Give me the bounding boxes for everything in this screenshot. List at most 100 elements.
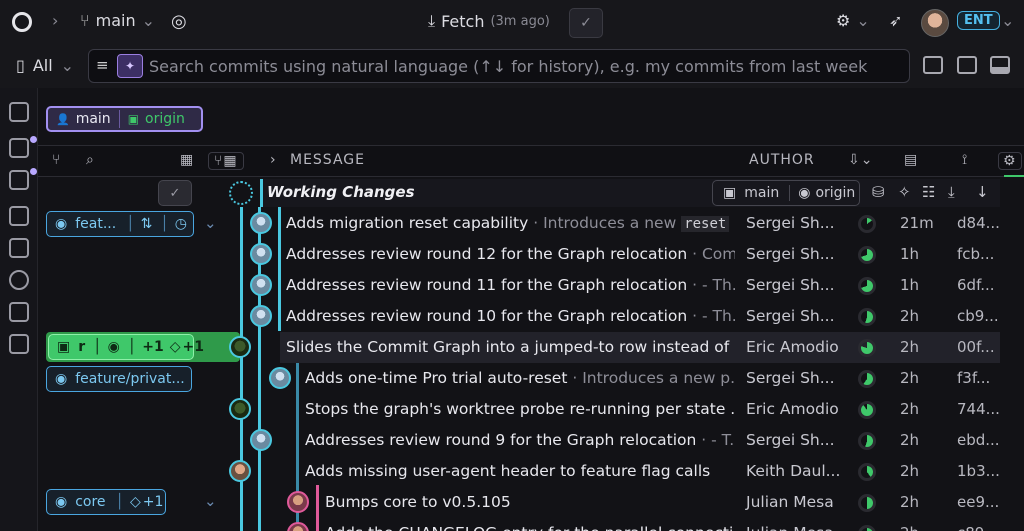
commit-node-avatar[interactable] bbox=[229, 336, 251, 358]
chevron-down-icon[interactable]: ⌄ bbox=[204, 492, 217, 510]
filter-icon[interactable]: ≡ bbox=[96, 56, 109, 74]
message-column-header[interactable]: MESSAGE bbox=[290, 152, 365, 168]
rocket-icon[interactable]: ➶ bbox=[889, 11, 902, 30]
github-icon: ◉ bbox=[55, 371, 68, 387]
github-icon[interactable] bbox=[12, 12, 32, 32]
sort-icon[interactable]: ⇩⌄ bbox=[848, 152, 873, 168]
working-branch-chip[interactable]: ▣ main ◉ origin bbox=[712, 180, 860, 206]
commit-row[interactable]: Slides the Commit Graph into a jumped-to… bbox=[280, 332, 1000, 363]
commit-node-avatar[interactable] bbox=[250, 274, 272, 296]
home-icon[interactable] bbox=[9, 102, 29, 122]
chevron-right-icon[interactable]: › bbox=[270, 152, 277, 168]
minimap-toggle[interactable]: ⑂▦ bbox=[208, 152, 244, 170]
commit-sha[interactable]: 1b3... bbox=[957, 462, 1000, 480]
commit-sha[interactable]: d84... bbox=[957, 214, 1000, 232]
graph-icon[interactable] bbox=[9, 170, 29, 190]
ref-chip-core[interactable]: ◉ core │ ◇ +1 bbox=[46, 489, 166, 515]
layout-bottom-panel-icon[interactable] bbox=[990, 56, 1010, 74]
commit-row[interactable]: Addresses review round 10 for the Graph … bbox=[280, 301, 1000, 332]
ref-chip-feature[interactable]: ◉ feat... │ ⇅ │ ◷ bbox=[46, 211, 194, 237]
search-icon[interactable]: ⌕ bbox=[86, 152, 95, 168]
commit-row[interactable]: Bumps core to v0.5.105 Julian Mesa 2h ee9..… bbox=[319, 487, 1000, 518]
working-remote-branch: origin bbox=[815, 185, 856, 201]
target-icon[interactable]: ◎ bbox=[171, 11, 187, 32]
stash-icon[interactable]: ⛁ bbox=[872, 183, 885, 201]
commit-time: 1h bbox=[900, 245, 920, 263]
commit-author: Sergei Sh... bbox=[746, 276, 835, 294]
calendar-icon[interactable]: ▤ bbox=[904, 152, 918, 168]
graph-column-icon[interactable]: ⑂ bbox=[52, 152, 61, 168]
device-icon: ▯ bbox=[16, 56, 25, 75]
commit-node-avatar[interactable] bbox=[229, 460, 251, 482]
avatar[interactable] bbox=[921, 9, 949, 37]
author-column-header[interactable]: AUTHOR bbox=[749, 152, 815, 168]
commit-sha[interactable]: fcb... bbox=[957, 245, 994, 263]
launchpad-menu[interactable]: ⚙ ⌄ bbox=[836, 11, 870, 30]
commit-time: 21m bbox=[900, 214, 934, 232]
commit-row[interactable]: Adds one-time Pro trial auto-reset · Int… bbox=[299, 363, 1000, 394]
notification-dot bbox=[30, 168, 37, 175]
working-changes-label: Working Changes bbox=[267, 183, 415, 201]
commit-row[interactable]: Adds the CHANGELOG entry for the paralle… bbox=[319, 518, 1000, 531]
inspect-icon[interactable] bbox=[9, 206, 29, 226]
fetch-button[interactable]: ⤓ Fetch (3m ago) bbox=[428, 11, 550, 31]
commit-author: Sergei Sh... bbox=[746, 245, 835, 263]
commit-sha[interactable]: cb9... bbox=[957, 307, 999, 325]
ai-sparkle-icon[interactable]: ✦ bbox=[117, 54, 143, 78]
commit-sha[interactable]: 6df... bbox=[957, 276, 995, 294]
commit-row[interactable]: Addresses review round 9 for the Graph r… bbox=[299, 425, 1000, 456]
inbox-icon[interactable] bbox=[9, 302, 29, 322]
layout-columns-icon[interactable] bbox=[923, 56, 943, 74]
settings-gear-icon[interactable]: ⚙ bbox=[998, 152, 1022, 170]
working-changes-row[interactable]: Working Changes ▣ main ◉ origin ⛁ ✧ ☷ ⤓ … bbox=[260, 179, 1000, 207]
commit-author: Julian Mesa bbox=[746, 524, 834, 531]
commit-node-avatar[interactable] bbox=[250, 212, 272, 234]
commit-node-avatar[interactable] bbox=[287, 522, 309, 531]
commit-node-avatar[interactable] bbox=[250, 243, 272, 265]
commit-row[interactable]: Stops the graph's worktree probe re-runn… bbox=[299, 394, 1000, 425]
ref-chip-feature-private[interactable]: ◉ feature/privat... bbox=[46, 366, 192, 392]
notification-dot bbox=[30, 136, 37, 143]
changes-ring-icon bbox=[858, 308, 876, 326]
commit-node-avatar[interactable] bbox=[229, 398, 251, 420]
chevron-down-icon: ⌄ bbox=[141, 11, 155, 30]
changes-ring-icon bbox=[858, 525, 876, 531]
commit-row[interactable]: Addresses review round 12 for the Graph … bbox=[280, 239, 1000, 270]
commit-node-avatar[interactable] bbox=[250, 429, 272, 451]
agents-icon[interactable] bbox=[9, 138, 29, 158]
commit-node-avatar[interactable] bbox=[287, 491, 309, 513]
commit-sha[interactable]: 744... bbox=[957, 400, 1000, 418]
commit-sha[interactable]: ebd... bbox=[957, 431, 1000, 449]
checklist-icon[interactable]: ☷ bbox=[922, 183, 935, 201]
account-chevron-icon[interactable]: ⌄ bbox=[1001, 11, 1014, 30]
source-control-icon[interactable] bbox=[9, 238, 29, 258]
commit-message: Stops the graph's worktree probe re-runn… bbox=[305, 400, 735, 418]
download-icon[interactable]: ↓ bbox=[976, 183, 989, 201]
commit-message: Adds the CHANGELOG entry for the paralle… bbox=[325, 524, 735, 531]
tag-icon[interactable] bbox=[9, 334, 29, 354]
commit-sha[interactable]: c89... bbox=[957, 524, 999, 531]
commit-check-button[interactable]: ✓ bbox=[158, 180, 192, 206]
chevron-down-icon[interactable]: ⌄ bbox=[204, 214, 217, 232]
layout-top-panel-icon[interactable] bbox=[957, 56, 977, 74]
confirm-fetch-button[interactable]: ✓ bbox=[569, 8, 603, 38]
cloud-icon[interactable] bbox=[9, 270, 29, 290]
search-input[interactable]: ≡ ✦ Search commits using natural languag… bbox=[88, 49, 910, 83]
commit-sha[interactable]: 00f... bbox=[957, 338, 995, 356]
stash-save-icon[interactable]: ⤓ bbox=[948, 183, 955, 201]
commit-row[interactable]: Adds missing user-agent header to featur… bbox=[299, 456, 1000, 487]
scope-selector[interactable]: ▯ All ⌄ bbox=[16, 56, 74, 75]
commit-node-avatar[interactable] bbox=[250, 305, 272, 327]
commit-row[interactable]: Addresses review round 11 for the Graph … bbox=[280, 270, 1000, 301]
current-branch-chip[interactable]: 👤 main ▣ origin bbox=[46, 106, 203, 132]
commit-message: Adds missing user-agent header to featur… bbox=[305, 462, 710, 480]
commit-row[interactable]: Adds migration reset capability · Introd… bbox=[280, 208, 1000, 239]
map-icon[interactable]: ▦ bbox=[180, 152, 194, 168]
commit-sha[interactable]: f3f... bbox=[957, 369, 990, 387]
magic-wand-icon[interactable]: ✧ bbox=[898, 183, 911, 201]
commit-icon[interactable]: ⟟ bbox=[962, 152, 968, 168]
ref-chip-r[interactable]: ▣ r │ ◉ │ +1 ◇ +1 bbox=[48, 334, 204, 360]
commit-sha[interactable]: ee9... bbox=[957, 493, 999, 511]
branch-selector[interactable]: ⑂ main ⌄ bbox=[80, 11, 155, 30]
commit-node-avatar[interactable] bbox=[269, 367, 291, 389]
